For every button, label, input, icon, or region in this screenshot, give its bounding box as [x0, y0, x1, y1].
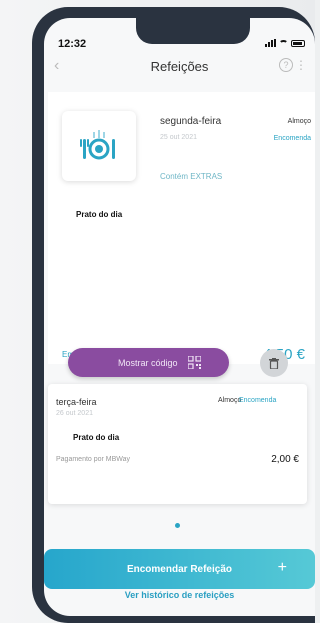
page-title: Refeições	[150, 59, 209, 74]
battery-icon	[291, 39, 305, 47]
meal-type: Almoço	[218, 397, 242, 404]
wifi-icon	[279, 39, 288, 47]
meal-price: 2,00 €	[271, 454, 299, 465]
meal-card-tuesday[interactable]: terça-feira 26 out 2021 Almoço Encomenda…	[48, 384, 307, 504]
meal-date: 26 out 2021	[56, 410, 93, 417]
page-indicator-dot	[175, 523, 180, 528]
trash-icon	[269, 357, 279, 369]
meal-dish: Prato do dia	[73, 433, 120, 442]
meal-dish: Prato do dia	[76, 210, 123, 219]
signal-icon	[265, 39, 276, 47]
meal-type: Almoço	[287, 118, 311, 125]
meal-thumbnail	[62, 111, 136, 181]
meal-status: Encomenda	[239, 397, 277, 404]
meal-extras: Contém EXTRAS	[160, 172, 223, 181]
show-code-button[interactable]: Mostrar código	[68, 348, 229, 377]
status-time: 12:32	[58, 38, 87, 50]
meal-day: segunda-feira	[160, 116, 222, 127]
app-screen: 12:32 ‹ Refeições ? ⋮ segunda-feira 25 o…	[44, 18, 315, 616]
meal-date: 25 out 2021	[160, 134, 197, 141]
plus-icon: +	[277, 559, 287, 576]
show-code-label: Mostrar código	[118, 357, 178, 368]
status-icons	[265, 39, 305, 47]
order-meal-label: Encomendar Refeição	[126, 563, 233, 575]
qr-code-icon	[188, 356, 201, 369]
more-icon[interactable]: ⋮	[295, 58, 307, 72]
help-icon[interactable]: ?	[279, 58, 293, 72]
meal-history-link[interactable]: Ver histórico de refeições	[44, 590, 315, 600]
notch	[136, 18, 250, 44]
meal-payment: Pagamento por MBWay	[56, 456, 131, 463]
meal-status: Encomenda	[273, 135, 311, 142]
delete-button[interactable]	[260, 349, 288, 377]
plate-cutlery-icon	[80, 130, 115, 160]
order-meal-button[interactable]: Encomendar Refeição +	[44, 549, 315, 589]
meal-card-monday[interactable]: segunda-feira 25 out 2021 Almoço Encomen…	[48, 92, 315, 364]
meal-day: terça-feira	[56, 397, 97, 407]
